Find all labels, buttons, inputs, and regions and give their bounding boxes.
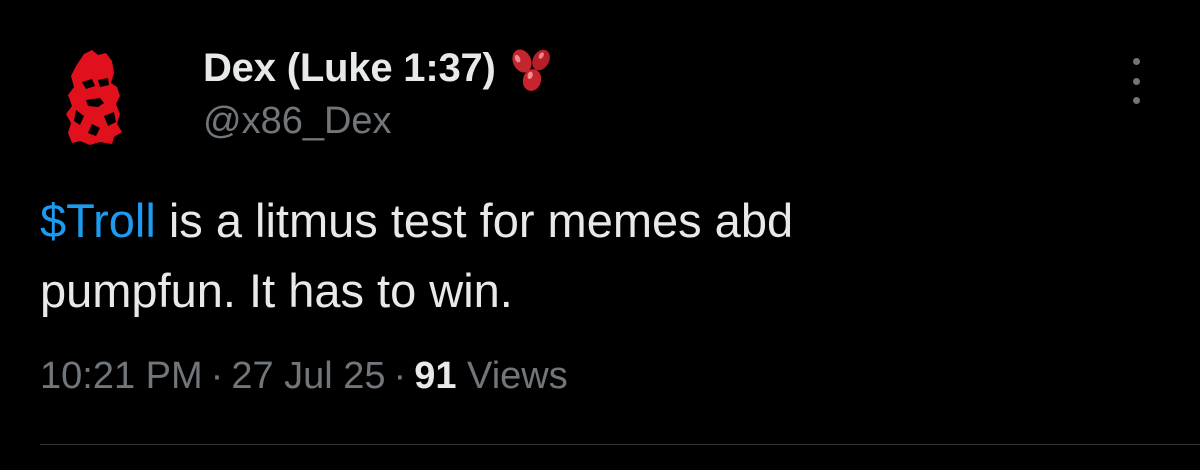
tweet-text-line2: pumpfun. It has to win. <box>40 264 513 317</box>
avatar[interactable] <box>62 46 130 146</box>
user-handle[interactable]: @x86_Dex <box>203 100 392 143</box>
meta-separator: · <box>210 355 224 397</box>
cashtag-link[interactable]: $Troll <box>40 194 156 247</box>
tweet-text-line1: is a litmus test for memes abd <box>155 194 794 247</box>
more-options-button[interactable] <box>1116 58 1156 104</box>
meta-separator: · <box>393 355 407 397</box>
views-count: 91 <box>414 355 457 397</box>
tweet-meta: 10:21 PM · 27 Jul 25 · 91 Views <box>40 355 568 398</box>
divider <box>40 444 1200 445</box>
more-vertical-icon <box>1132 97 1140 104</box>
tweet-time[interactable]: 10:21 PM <box>40 355 203 397</box>
tweet-card: Dex (Luke 1:37) @x86_Dex $Troll is a lit… <box>0 0 1200 470</box>
tweet-text: $Troll is a litmus test for memes abd pu… <box>40 186 1140 326</box>
more-vertical-icon <box>1132 58 1140 65</box>
views-label: Views <box>456 355 568 397</box>
kidney-beans-icon <box>512 49 550 91</box>
display-name[interactable]: Dex (Luke 1:37) <box>203 46 496 91</box>
more-vertical-icon <box>1132 77 1140 85</box>
author-name-row[interactable]: Dex (Luke 1:37) <box>203 40 554 96</box>
tweet-date[interactable]: 27 Jul 25 <box>231 355 385 397</box>
